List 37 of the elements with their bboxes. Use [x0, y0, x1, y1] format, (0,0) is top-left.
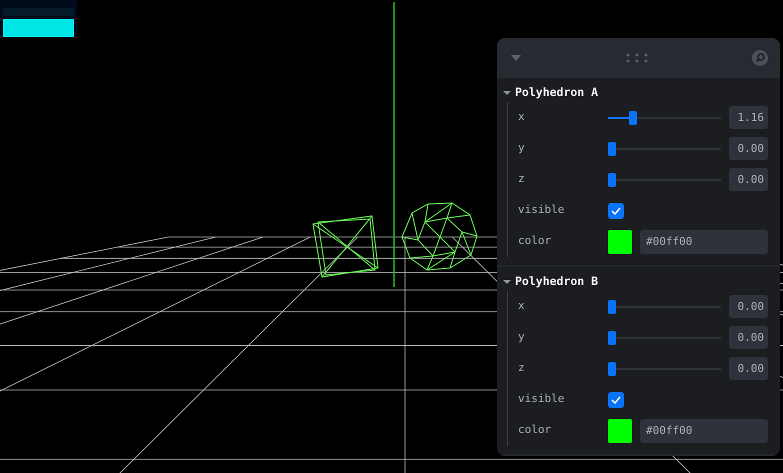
color-field[interactable]: #00ff00: [640, 230, 768, 254]
checkbox[interactable]: [608, 202, 624, 218]
slider-thumb[interactable]: [608, 172, 616, 186]
control-label: visible: [518, 391, 566, 408]
number-field[interactable]: 0.00: [729, 295, 768, 318]
control-label: y: [518, 329, 526, 346]
control-label: visible: [518, 202, 566, 218]
slider-thumb[interactable]: [608, 300, 616, 314]
caret-down-icon: [503, 278, 511, 286]
caret-down-icon[interactable]: [511, 55, 521, 61]
checkbox[interactable]: [608, 392, 624, 408]
drag-handle-icon[interactable]: [626, 53, 648, 63]
caret-down-icon: [503, 89, 511, 97]
slider-thumb[interactable]: [608, 330, 616, 344]
checkmark-icon: [611, 206, 621, 214]
color-swatch[interactable]: [608, 418, 632, 442]
slider-thumb[interactable]: [629, 110, 637, 124]
control-label: color: [518, 233, 552, 250]
color-swatch[interactable]: [608, 230, 632, 254]
control-label: color: [518, 422, 552, 438]
control-label: x: [518, 109, 526, 126]
color-field[interactable]: #00ff00: [640, 418, 768, 442]
number-field[interactable]: 0.00: [729, 168, 768, 191]
checkmark-icon: [611, 396, 621, 404]
number-field[interactable]: 1.16: [729, 106, 768, 129]
control-label: z: [518, 360, 526, 376]
slider-thumb[interactable]: [608, 142, 616, 156]
folder-header[interactable]: Polyhedron B: [503, 273, 768, 291]
control-label: y: [518, 140, 526, 156]
slider-thumb[interactable]: [608, 362, 616, 376]
number-field[interactable]: 0.00: [729, 326, 768, 349]
control-label: z: [518, 171, 526, 188]
search-icon[interactable]: [752, 50, 768, 66]
number-field[interactable]: 0.00: [729, 357, 768, 380]
number-field[interactable]: 0.00: [729, 137, 768, 160]
control-label: x: [518, 298, 526, 314]
folder-header[interactable]: Polyhedron A: [503, 84, 768, 102]
